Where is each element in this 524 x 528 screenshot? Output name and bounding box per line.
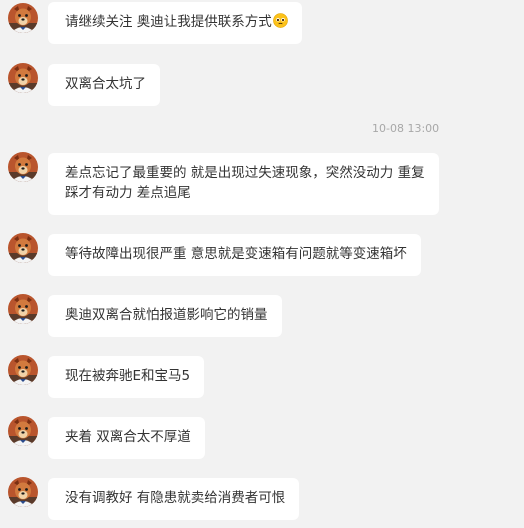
avatar[interactable] [8, 355, 38, 385]
message-text: 夹着 双离合太不厚道 [65, 429, 191, 445]
pleading-face-emoji-icon [272, 13, 288, 28]
avatar[interactable] [8, 63, 38, 93]
message-timestamp: 10-08 13:00 [372, 122, 440, 135]
message-bubble: 等待故障出现很严重 意思就是变速箱有问题就等变速箱坏 [48, 234, 421, 276]
message-text: 现在被奔驰E和宝马5 [65, 368, 191, 384]
message-bubble: 夹着 双离合太不厚道 [48, 417, 205, 459]
avatar[interactable] [8, 3, 38, 33]
message-text: 奥迪双离合就怕报道影响它的销量 [65, 307, 268, 323]
avatar[interactable] [8, 416, 38, 446]
avatar[interactable] [8, 152, 38, 182]
message-bubble: 请继续关注 奥迪让我提供联系方式 [48, 2, 302, 44]
dog-avatar-icon [8, 294, 38, 324]
message-text: 双离合太坑了 [65, 76, 146, 92]
dog-avatar-icon [8, 416, 38, 446]
dog-avatar-icon [8, 63, 38, 93]
avatar[interactable] [8, 294, 38, 324]
dog-avatar-icon [8, 152, 38, 182]
message-bubble: 奥迪双离合就怕报道影响它的销量 [48, 295, 282, 337]
message-bubble: 差点忘记了最重要的 就是出现过失速现象，突然没动力 重复踩才有动力 差点追尾 [48, 153, 439, 215]
message-bubble: 双离合太坑了 [48, 64, 160, 106]
dog-avatar-icon [8, 355, 38, 385]
message-text: 请继续关注 奥迪让我提供联系方式 [65, 14, 272, 30]
message-text: 差点忘记了最重要的 就是出现过失速现象，突然没动力 重复踩才有动力 差点追尾 [65, 165, 425, 201]
dog-avatar-icon [8, 477, 38, 507]
message-text: 等待故障出现很严重 意思就是变速箱有问题就等变速箱坏 [65, 246, 407, 262]
dog-avatar-icon [8, 3, 38, 33]
avatar[interactable] [8, 477, 38, 507]
dog-avatar-icon [8, 233, 38, 263]
avatar[interactable] [8, 233, 38, 263]
message-bubble: 没有调教好 有隐患就卖给消费者可恨 [48, 478, 300, 520]
message-text: 没有调教好 有隐患就卖给消费者可恨 [65, 490, 286, 506]
message-bubble: 现在被奔驰E和宝马5 [48, 356, 205, 398]
